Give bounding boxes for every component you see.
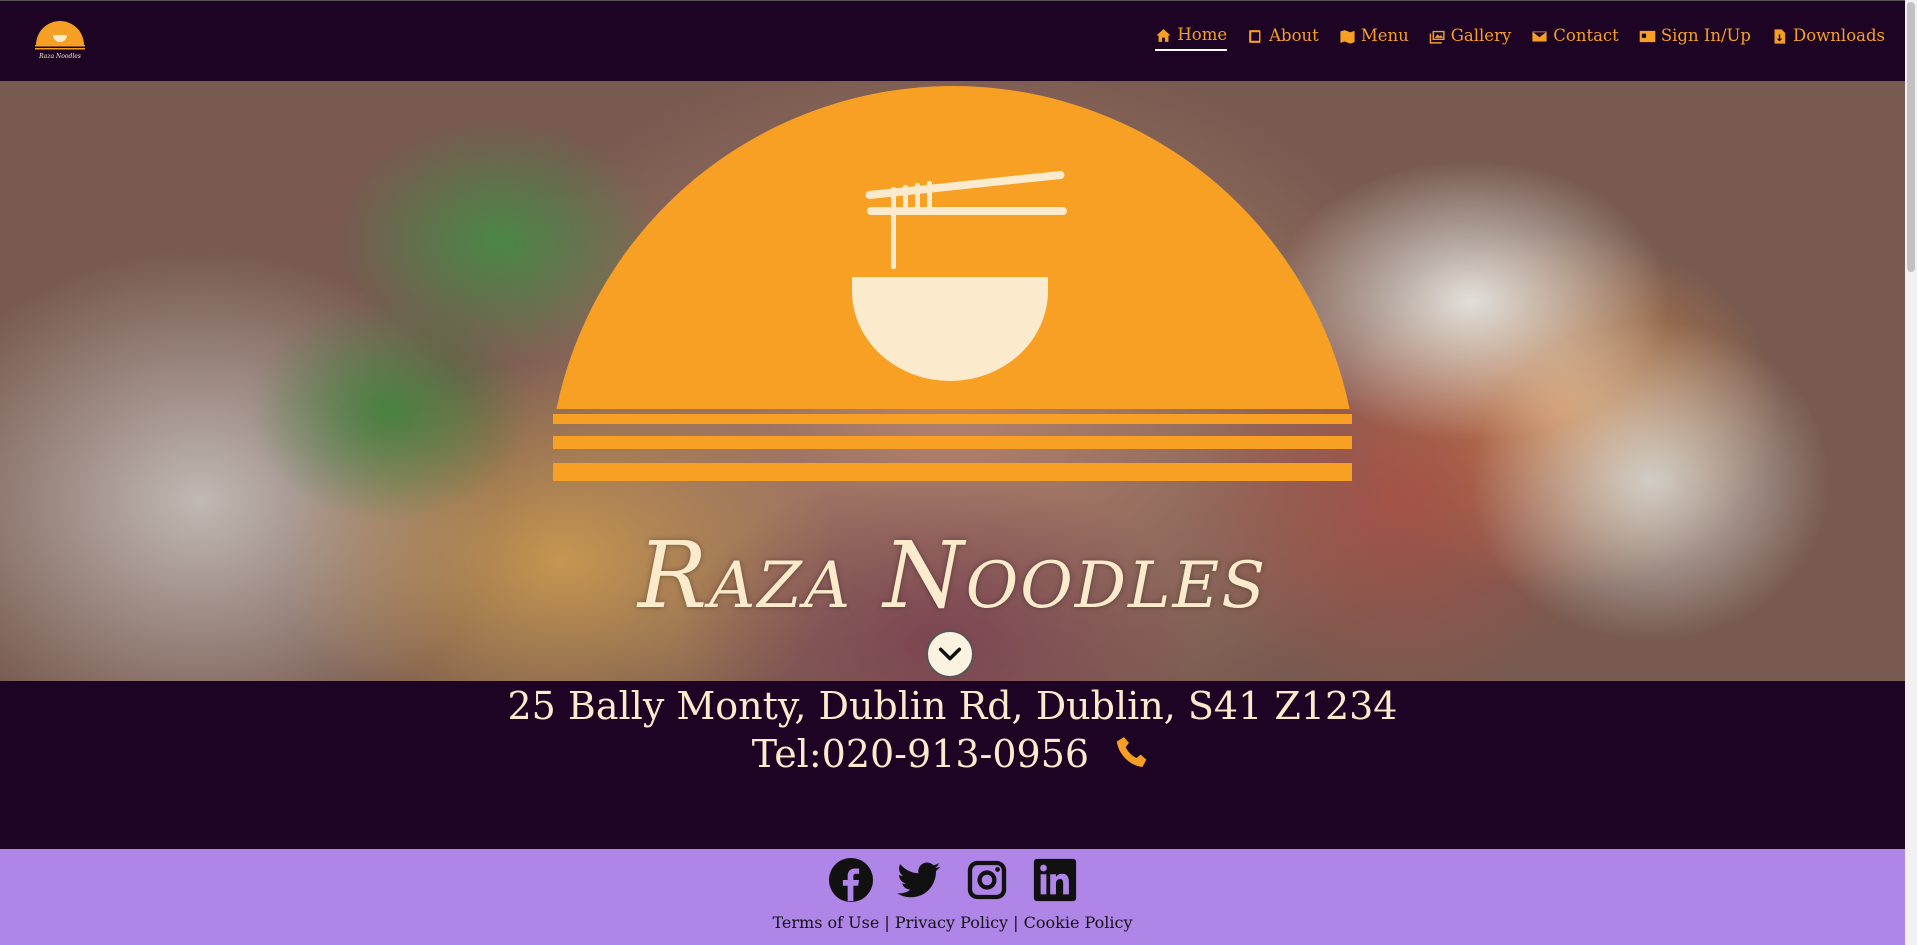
map-icon [1340,29,1355,44]
linkedin-icon [1033,858,1076,902]
phone-line: Tel:020-913-0956 [0,729,1905,779]
twitter-icon [896,862,940,898]
separator: | [1013,913,1019,932]
nav-contact[interactable]: Contact [1531,23,1619,51]
nav-home-label: Home [1177,25,1228,44]
nav-gallery[interactable]: Gallery [1429,23,1512,51]
linkedin-link[interactable] [1032,857,1078,903]
phone-number[interactable]: Tel:020-913-0956 [752,732,1089,776]
nav-home[interactable]: Home [1155,23,1228,51]
home-icon [1156,28,1171,42]
navbar: Raza Noodles Home About Menu Gallery Con… [0,0,1905,82]
id-card-icon [1639,30,1656,42]
instagram-link[interactable] [964,857,1010,903]
nav-signin-label: Sign In/Up [1660,26,1751,45]
phone-icon [1117,737,1147,767]
twitter-link[interactable] [896,857,942,903]
terms-link[interactable]: Terms of Use [772,913,879,932]
nav-downloads[interactable]: Downloads [1771,23,1885,51]
nav-about-label: About [1269,26,1319,45]
nav-contact-label: Contact [1553,26,1619,45]
footer-links: Terms of Use | Privacy Policy | Cookie P… [0,913,1905,932]
scrollbar-thumb[interactable] [1907,2,1915,272]
envelope-icon [1532,31,1547,41]
footer: Terms of Use | Privacy Policy | Cookie P… [0,849,1905,945]
noodle-bowl-icon [553,86,1352,481]
chevron-down-icon [938,647,962,661]
nav-downloads-label: Downloads [1793,26,1885,45]
scroll-down-button[interactable] [926,630,974,678]
nav-menu-label: Menu [1360,26,1409,45]
separator: | [884,913,890,932]
hero-title: Raza Noodles [637,522,1268,629]
file-download-icon [1774,28,1786,44]
social-links [0,857,1905,903]
address-section: 25 Bally Monty, Dublin Rd, Dublin, S41 Z… [0,681,1905,849]
instagram-icon [967,860,1006,900]
nav-signin[interactable]: Sign In/Up [1639,23,1751,51]
page-scrollbar[interactable] [1905,0,1917,945]
nav-menu[interactable]: Menu [1339,23,1409,51]
logo-text: Raza Noodles [38,53,81,60]
hero-banner: Raza Noodles [0,81,1905,681]
facebook-link[interactable] [828,857,874,903]
nav-gallery-label: Gallery [1450,26,1512,45]
address-text: 25 Bally Monty, Dublin Rd, Dublin, S41 Z… [507,684,1398,728]
privacy-link[interactable]: Privacy Policy [895,913,1008,932]
facebook-icon [828,857,873,903]
cookie-link[interactable]: Cookie Policy [1024,913,1133,932]
logo[interactable]: Raza Noodles [34,21,86,61]
images-icon [1429,30,1445,44]
nav-links: Home About Menu Gallery Contact Sign In/… [1155,23,1885,51]
book-icon [1249,29,1261,43]
nav-about[interactable]: About [1247,23,1319,51]
